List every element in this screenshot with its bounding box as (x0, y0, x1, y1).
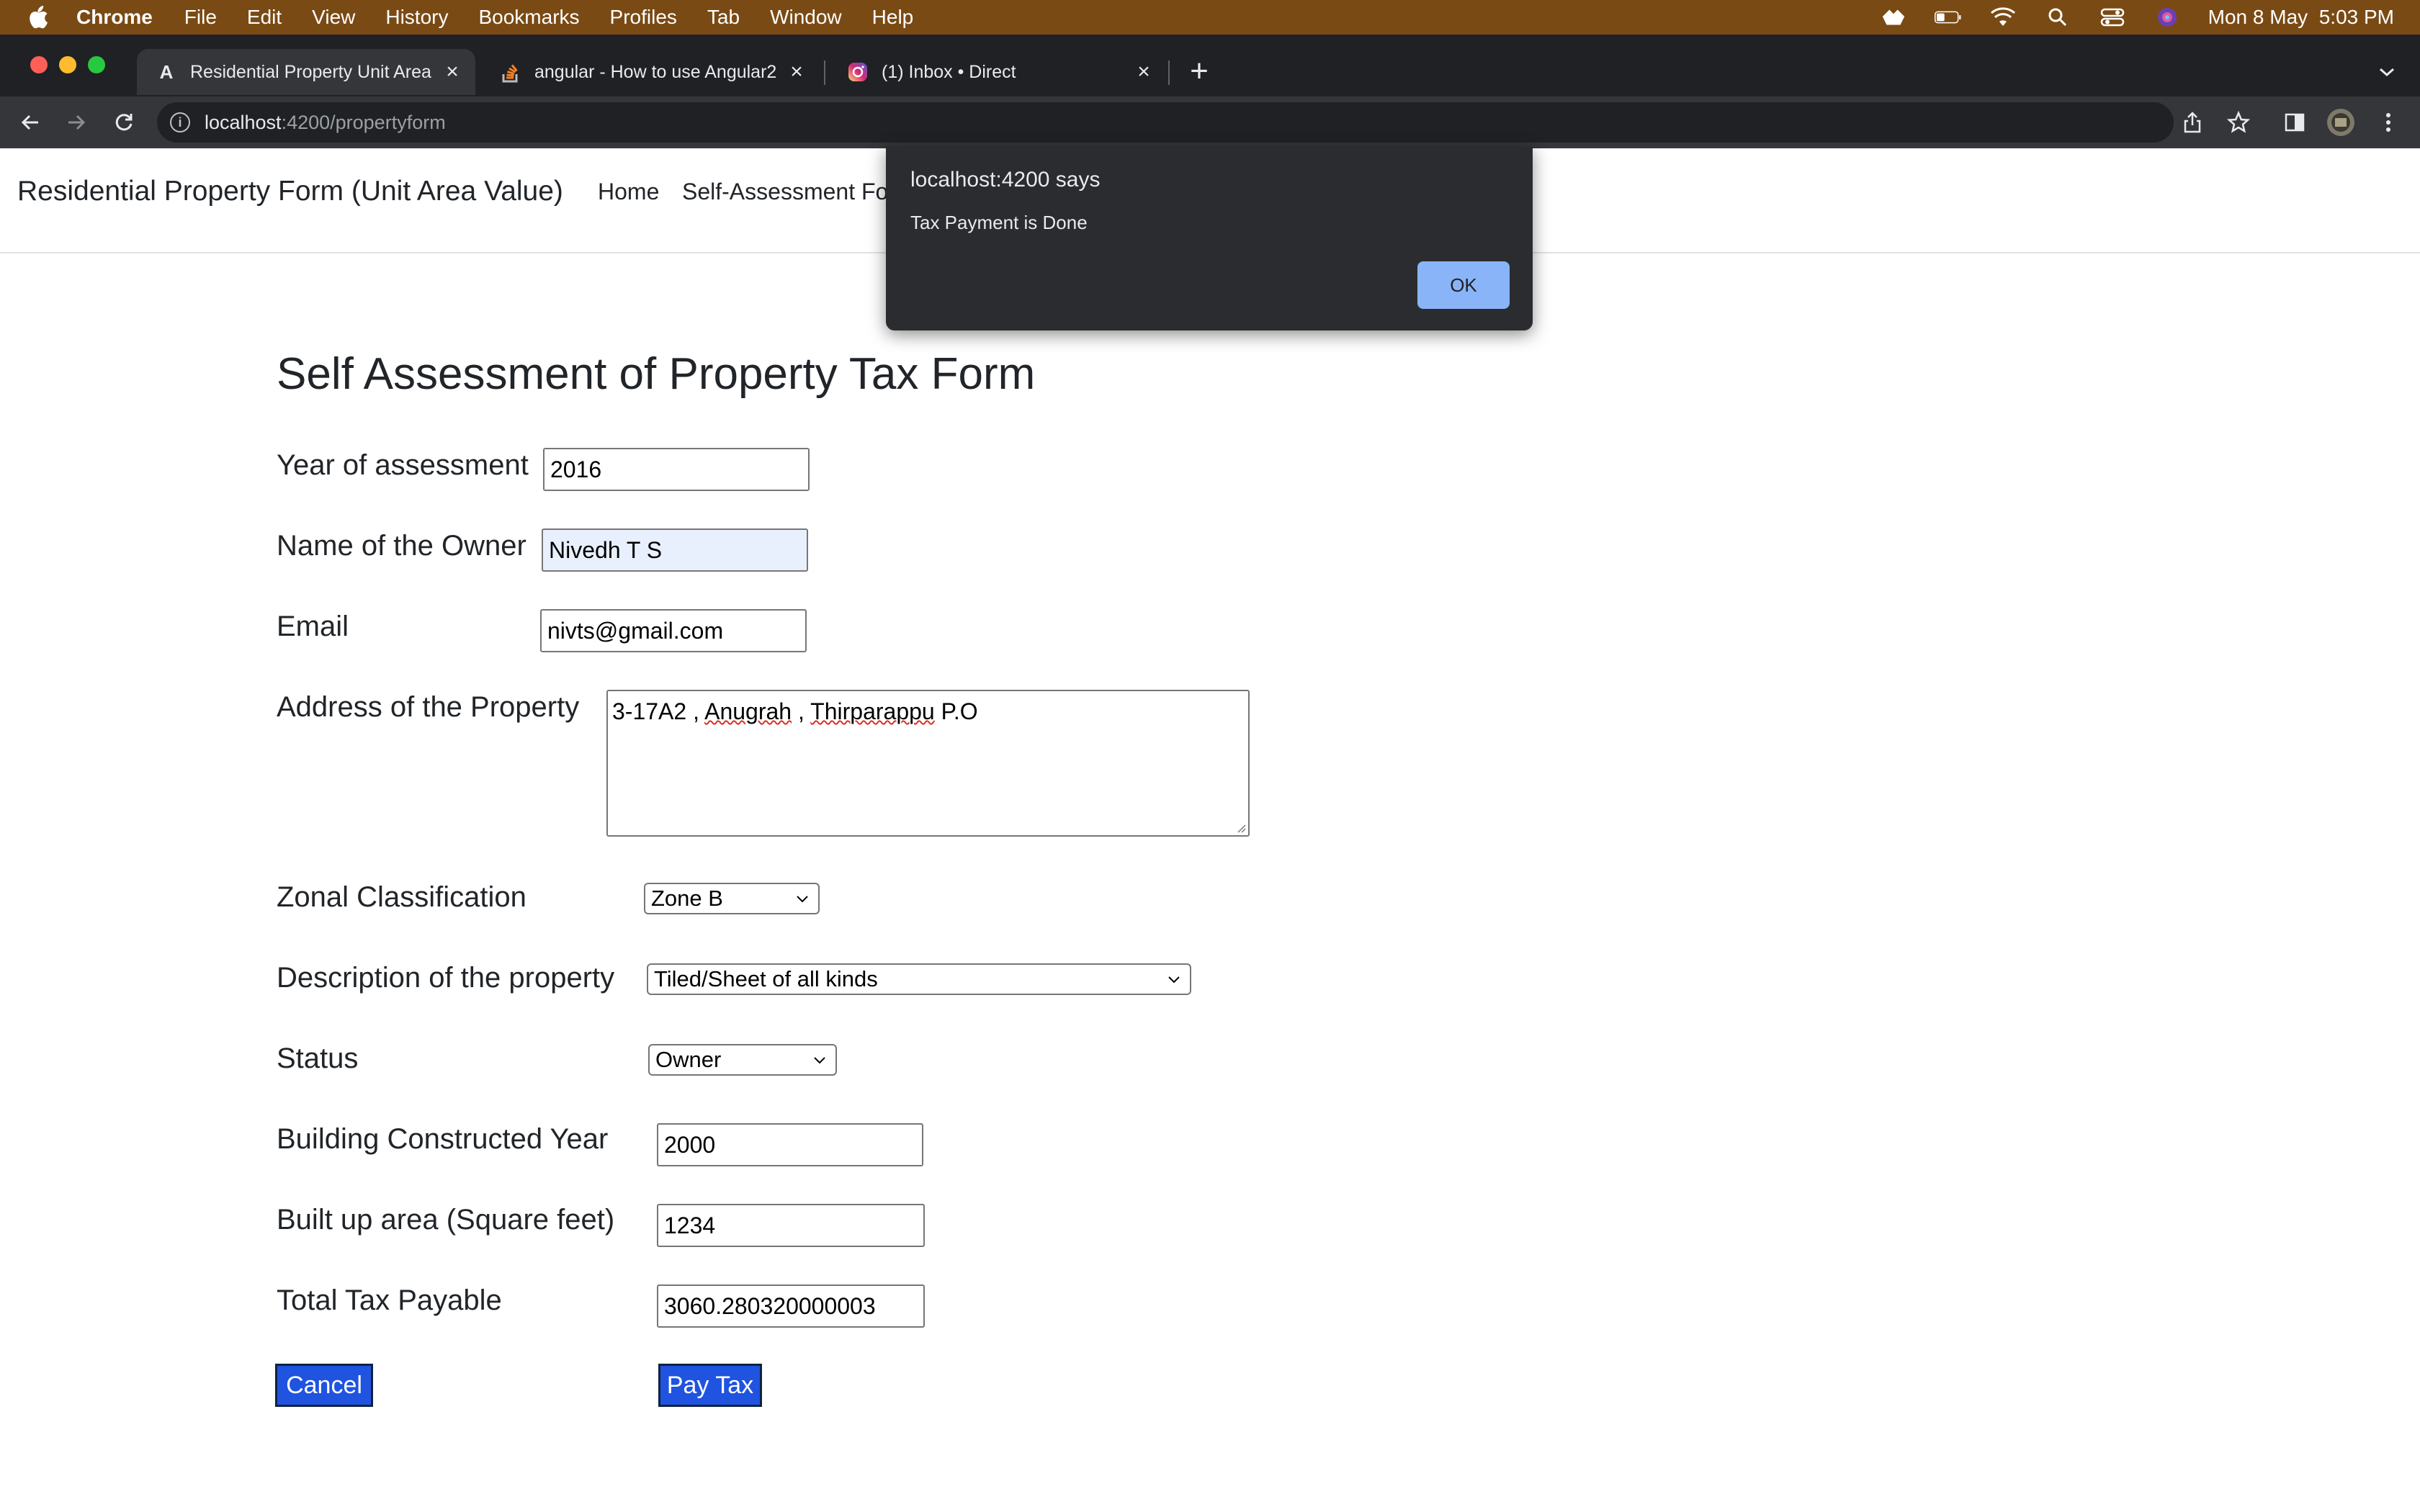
tab-title: angular - How to use Angular2 (534, 61, 777, 82)
window-minimize-button[interactable] (59, 56, 76, 73)
side-panel-icon[interactable] (2280, 108, 2309, 137)
built-up-area-label: Built up area (Square feet) (277, 1204, 615, 1236)
menu-bookmarks[interactable]: Bookmarks (478, 6, 579, 29)
reload-icon[interactable] (109, 108, 138, 137)
battery-icon[interactable] (1934, 6, 1962, 28)
constructed-year-label: Building Constructed Year (277, 1123, 609, 1155)
pay-tax-button[interactable]: Pay Tax (658, 1364, 762, 1407)
address-text-misspelled: Thirparappu (810, 698, 935, 724)
zone-selected-value: Zone B (651, 886, 723, 911)
tab-separator (1168, 60, 1170, 85)
chevron-down-icon (1165, 971, 1183, 988)
description-label: Description of the property (277, 962, 615, 994)
nav-link-home[interactable]: Home (598, 179, 659, 205)
menu-app-name[interactable]: Chrome (76, 6, 153, 29)
email-input[interactable]: nivts@gmail.com (540, 609, 807, 652)
address-text-misspelled: Anugrah (704, 698, 792, 724)
stackoverflow-icon (500, 61, 521, 83)
address-textarea[interactable]: 3-17A2 , Anugrah , Thirparappu P.O (606, 690, 1250, 837)
control-center-icon[interactable] (2099, 6, 2126, 28)
url-text[interactable]: localhost:4200/propertyform (205, 112, 446, 134)
menu-tab[interactable]: Tab (707, 6, 740, 29)
menubar-clock[interactable]: Mon 8 May 5:03 PM (2208, 6, 2394, 29)
description-select[interactable]: Tiled/Sheet of all kinds (647, 963, 1191, 995)
apple-menu-icon[interactable] (26, 5, 50, 30)
chrome-menu-kebab-icon[interactable] (2374, 108, 2403, 137)
chevron-down-icon (811, 1051, 828, 1068)
total-tax-input[interactable]: 3060.280320000003 (657, 1284, 925, 1328)
menu-edit[interactable]: Edit (247, 6, 282, 29)
tab-close-icon[interactable]: × (786, 60, 807, 84)
zone-select[interactable]: Zone B (644, 883, 820, 914)
menu-file[interactable]: File (184, 6, 217, 29)
tab-title: Residential Property Unit Area (190, 61, 431, 82)
built-up-area-input[interactable]: 1234 (657, 1204, 925, 1247)
profile-avatar[interactable] (2326, 108, 2355, 137)
textarea-resize-handle-icon[interactable] (1235, 822, 1247, 834)
instagram-icon (847, 61, 869, 83)
tab-stackoverflow[interactable]: angular - How to use Angular2 × (481, 49, 820, 95)
chevron-down-icon (794, 890, 811, 907)
new-tab-icon[interactable]: + (1184, 53, 1214, 89)
tab-close-icon[interactable]: × (442, 60, 462, 84)
page-title: Self Assessment of Property Tax Form (277, 349, 1036, 399)
extension-status-icon[interactable] (1880, 6, 1907, 28)
menu-window[interactable]: Window (770, 6, 842, 29)
status-selected-value: Owner (655, 1047, 722, 1072)
window-close-button[interactable] (30, 56, 48, 73)
site-info-icon[interactable]: i (170, 112, 190, 132)
owner-name-input[interactable]: Nivedh T S (542, 528, 808, 572)
tab-title: (1) Inbox • Direct (882, 61, 1016, 82)
dialog-message: Tax Payment is Done (910, 212, 1088, 233)
email-label: Email (277, 611, 349, 642)
alert-dialog: localhost:4200 says Tax Payment is Done … (886, 146, 1533, 330)
description-selected-value: Tiled/Sheet of all kinds (654, 966, 878, 991)
spotlight-search-icon[interactable] (2044, 6, 2071, 28)
browser-tab-strip: A Residential Property Unit Area × angul… (0, 35, 2420, 96)
zone-label: Zonal Classification (277, 881, 526, 913)
menu-view[interactable]: View (312, 6, 355, 29)
menu-profiles[interactable]: Profiles (610, 6, 677, 29)
year-of-assessment-input[interactable]: 2016 (543, 448, 810, 491)
back-arrow-icon[interactable] (16, 108, 45, 137)
nav-link-self-assessment[interactable]: Self-Assessment Fo (682, 179, 888, 205)
tab-close-icon[interactable]: × (1134, 60, 1154, 84)
constructed-year-input[interactable]: 2000 (657, 1123, 923, 1166)
owner-label: Name of the Owner (277, 530, 526, 562)
browser-toolbar: i localhost:4200/propertyform (0, 96, 2420, 148)
share-icon[interactable] (2178, 108, 2207, 137)
wifi-icon[interactable] (1989, 6, 2017, 28)
menu-history[interactable]: History (385, 6, 448, 29)
cancel-button[interactable]: Cancel (275, 1364, 373, 1407)
forward-arrow-icon[interactable] (62, 108, 91, 137)
tab-instagram[interactable]: (1) Inbox • Direct × (828, 49, 1167, 95)
status-select[interactable]: Owner (648, 1044, 837, 1076)
tab-search-chevron-icon[interactable] (2374, 59, 2400, 85)
url-host: localhost (205, 111, 282, 133)
total-tax-label: Total Tax Payable (277, 1284, 502, 1316)
address-bar[interactable]: i localhost:4200/propertyform (157, 102, 2174, 143)
address-text-part: 3-17A2 , (612, 698, 705, 724)
address-label: Address of the Property (277, 691, 580, 723)
angular-favicon-icon: A (159, 60, 174, 83)
dialog-ok-button[interactable]: OK (1417, 261, 1510, 309)
status-label: Status (277, 1043, 359, 1074)
window-zoom-button[interactable] (88, 56, 105, 73)
navbar-brand[interactable]: Residential Property Form (Unit Area Val… (17, 176, 563, 207)
tab-separator (824, 60, 825, 85)
tab-residential-property[interactable]: A Residential Property Unit Area × (137, 49, 475, 95)
address-text-part: P.O (934, 698, 978, 724)
year-label: Year of assessment (277, 449, 529, 481)
address-text-part: , (792, 698, 811, 724)
url-path: :4200/propertyform (281, 111, 446, 133)
dialog-title: localhost:4200 says (910, 168, 1101, 192)
macos-menu-bar: Chrome File Edit View History Bookmarks … (0, 0, 2420, 35)
menu-help[interactable]: Help (872, 6, 914, 29)
web-page: Residential Property Form (Unit Area Val… (0, 148, 2420, 1512)
bookmark-star-icon[interactable] (2224, 108, 2253, 137)
siri-icon[interactable] (2154, 6, 2181, 28)
